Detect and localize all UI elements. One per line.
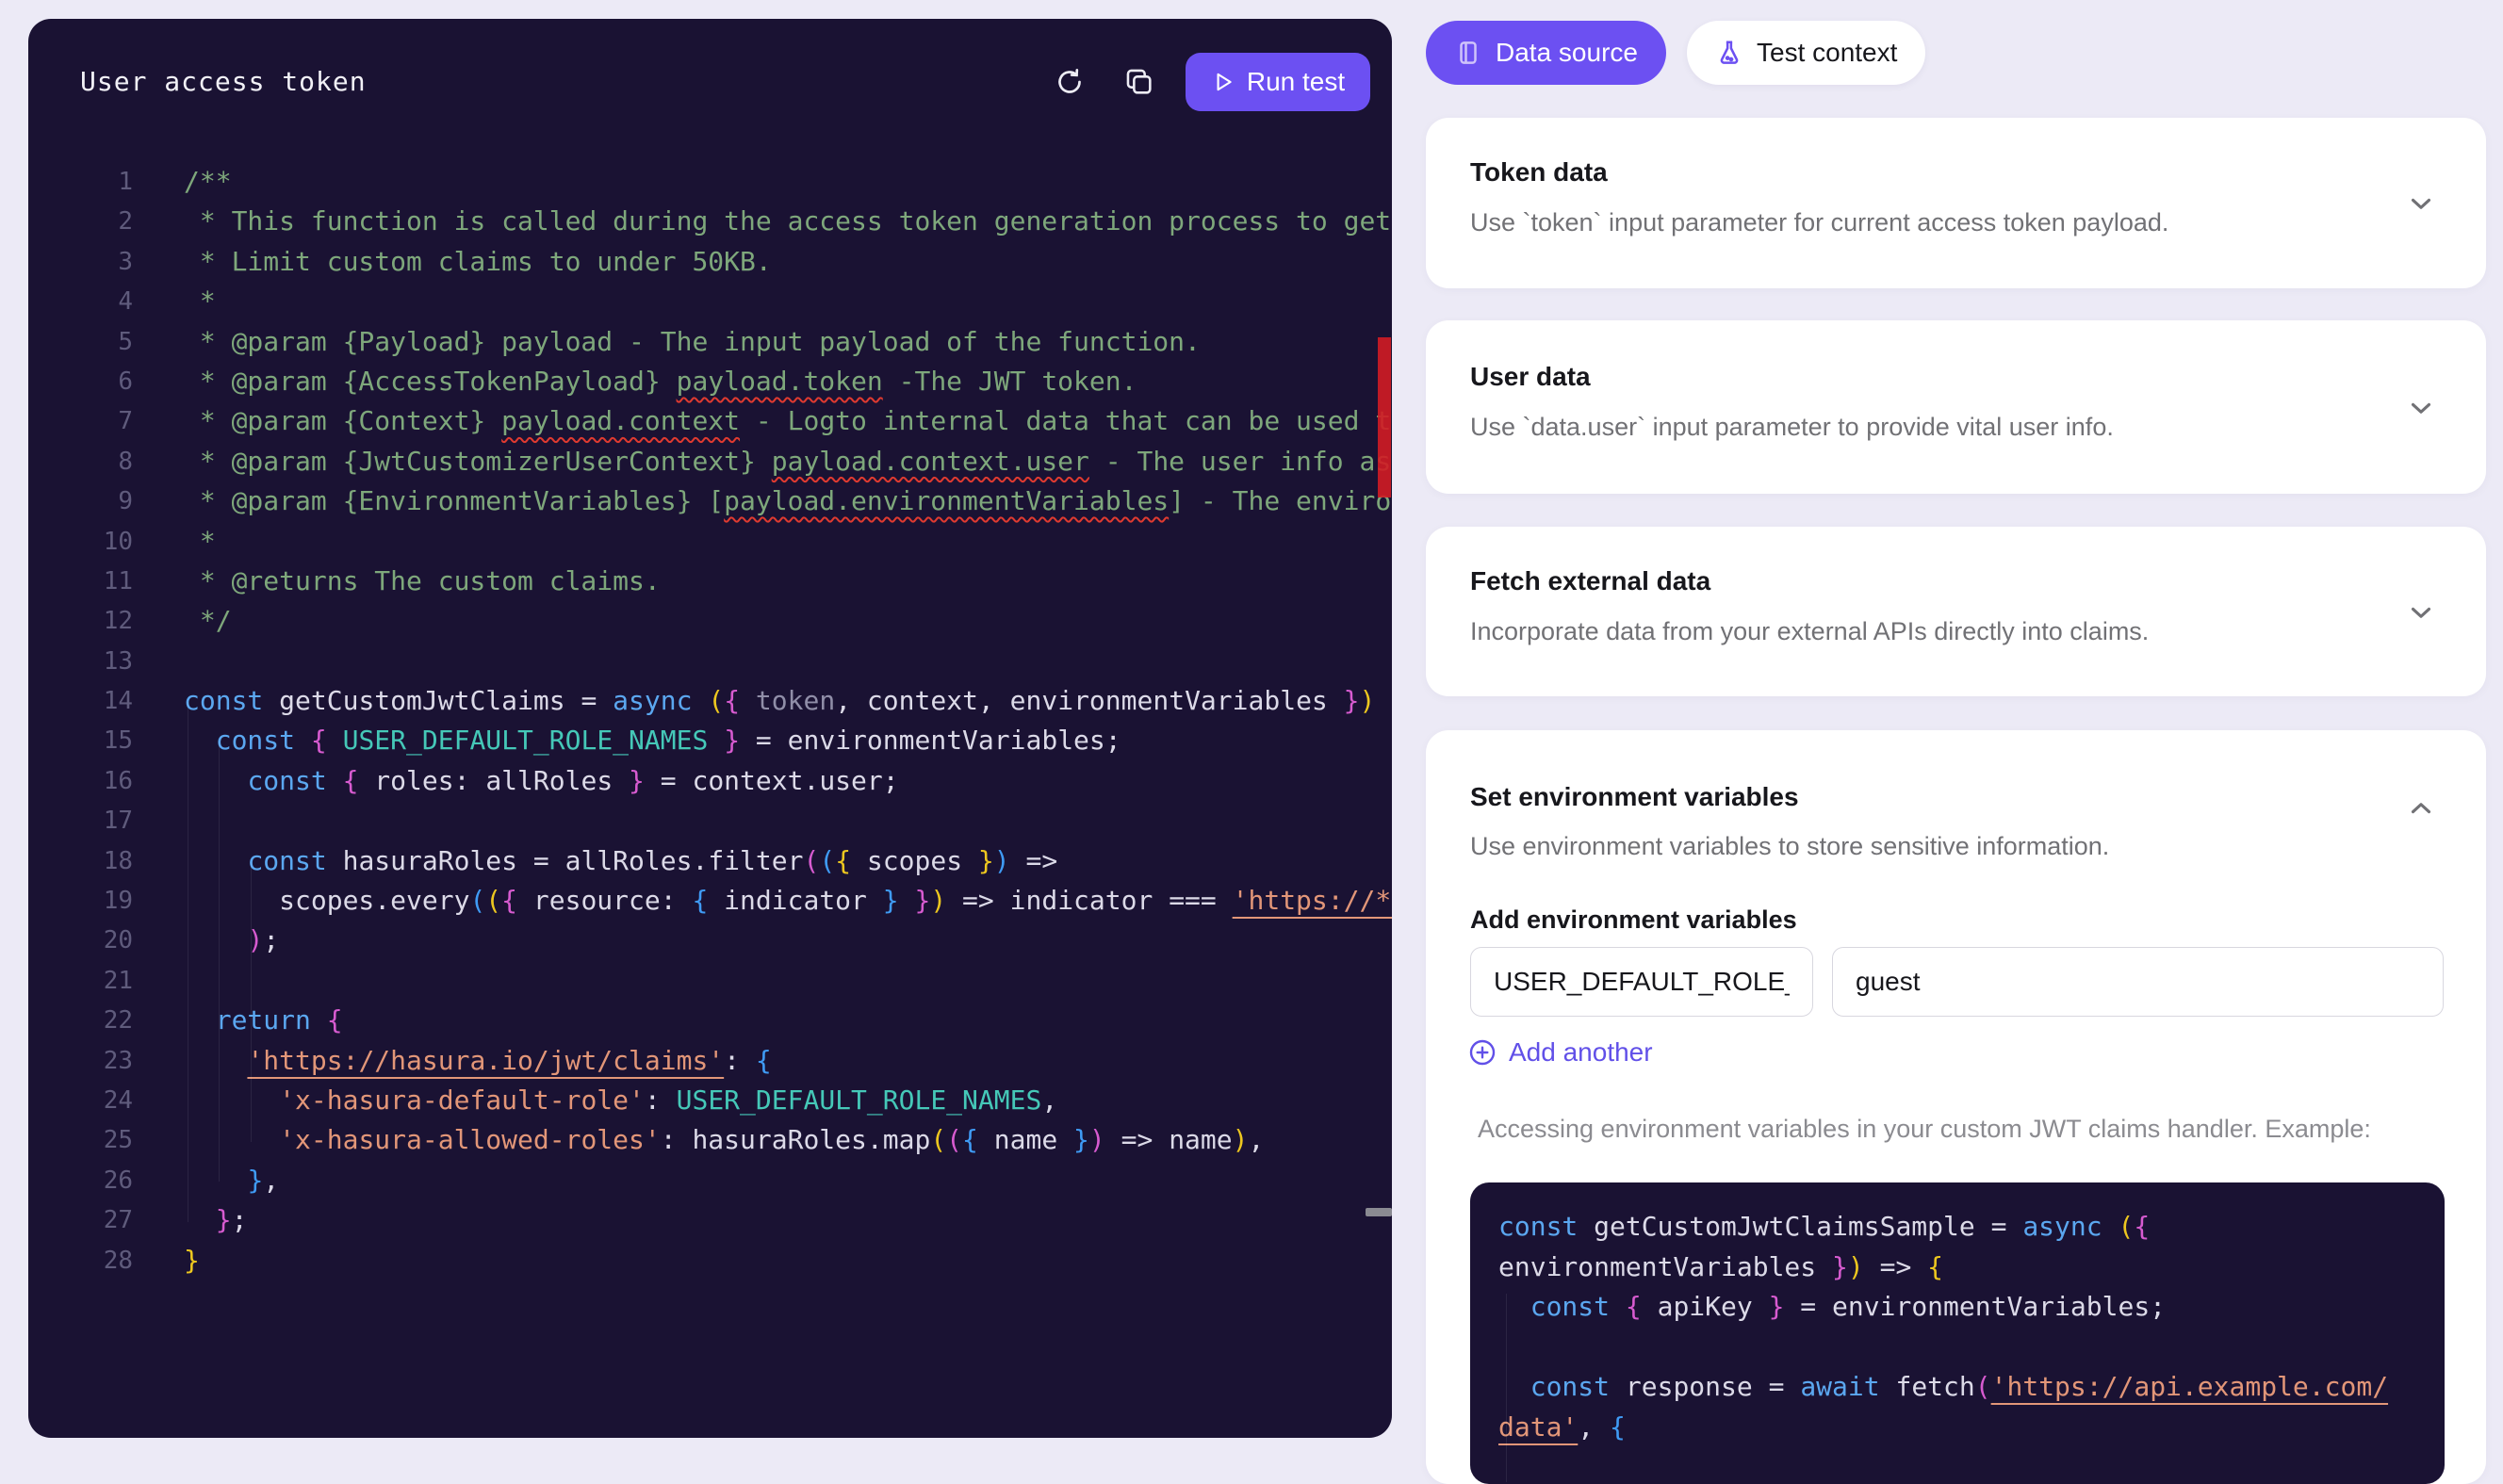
card-fetch-title: Fetch external data	[1470, 566, 1710, 596]
copy-button[interactable]	[1119, 61, 1160, 103]
card-user-title: User data	[1470, 362, 1591, 392]
tab-test-context[interactable]: Test context	[1687, 21, 1925, 85]
indent-guide	[251, 862, 252, 1142]
refresh-button[interactable]	[1049, 61, 1090, 103]
panel-icon	[1454, 39, 1482, 67]
error-marker	[1378, 337, 1391, 497]
run-test-button[interactable]: Run test	[1186, 53, 1370, 111]
run-test-label: Run test	[1247, 67, 1345, 97]
flask-icon	[1715, 39, 1743, 67]
env-section-subtitle: Use environment variables to store sensi…	[1470, 832, 2109, 861]
tab-data-source-label: Data source	[1496, 38, 1638, 68]
add-env-variables-label: Add environment variables	[1470, 905, 1797, 935]
play-icon	[1211, 70, 1235, 94]
tab-data-source[interactable]: Data source	[1426, 21, 1666, 85]
chevron-down-icon[interactable]	[2405, 188, 2437, 220]
chevron-down-icon[interactable]	[2405, 392, 2437, 424]
card-fetch-external[interactable]: Fetch external data Incorporate data fro…	[1426, 527, 2486, 696]
copy-icon	[1123, 66, 1155, 98]
sample-code-box: const getCustomJwtClaimsSample = async (…	[1470, 1182, 2445, 1484]
editor-title: User access token	[80, 66, 367, 97]
card-fetch-subtitle: Incorporate data from your external APIs…	[1470, 617, 2149, 646]
card-user-data[interactable]: User data Use `data.user` input paramete…	[1426, 320, 2486, 494]
refresh-icon	[1053, 65, 1087, 99]
env-value-input[interactable]	[1832, 947, 2444, 1017]
card-user-subtitle: Use `data.user` input parameter to provi…	[1470, 413, 2114, 442]
line-number-gutter: 1234567891011121314151617181920212223242…	[28, 162, 133, 1280]
add-another-label: Add another	[1509, 1037, 1653, 1068]
indent-guide	[1506, 1294, 1507, 1482]
scrollbar-thumb[interactable]	[1366, 1208, 1392, 1216]
card-env-variables: Set environment variables Use environmen…	[1426, 730, 2486, 1484]
card-token-subtitle: Use `token` input parameter for current …	[1470, 208, 2168, 237]
env-section-title: Set environment variables	[1470, 782, 1799, 812]
chevron-down-icon[interactable]	[2405, 596, 2437, 628]
indent-guide	[219, 742, 220, 1182]
env-key-input[interactable]	[1470, 947, 1813, 1017]
plus-circle-icon	[1467, 1037, 1497, 1068]
env-helper-text: Accessing environment variables in your …	[1478, 1115, 2371, 1144]
code-area[interactable]: /** * This function is called during the…	[184, 162, 1392, 1280]
card-token-title: Token data	[1470, 157, 1608, 188]
sample-code: const getCustomJwtClaimsSample = async (…	[1498, 1207, 2445, 1447]
chevron-up-icon[interactable]	[2405, 792, 2437, 824]
tab-test-context-label: Test context	[1757, 38, 1897, 68]
jwt-editor-card: User access token Run test 1234567891011…	[28, 19, 1392, 1438]
card-token-data[interactable]: Token data Use `token` input parameter f…	[1426, 118, 2486, 288]
add-another-button[interactable]: Add another	[1467, 1037, 1653, 1068]
